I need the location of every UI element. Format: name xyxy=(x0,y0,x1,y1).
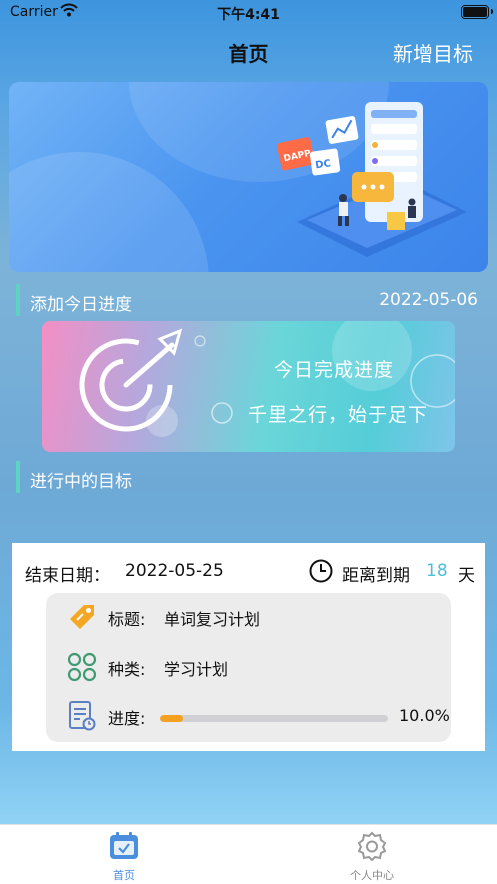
tab-home-label: 首页 xyxy=(113,869,135,882)
remaining-days: 18 xyxy=(426,561,448,581)
status-time: 下午4:41 xyxy=(217,7,280,23)
category-grid-icon xyxy=(66,651,98,687)
goal-title-row: 标题: 单词复习计划 xyxy=(66,601,446,633)
kind-value: 学习计划 xyxy=(164,660,229,679)
banner-illustration: DAPP DC xyxy=(276,102,467,257)
progress-percent: 10.0% xyxy=(399,706,450,725)
tab-profile[interactable]: 个人中心 xyxy=(312,831,432,883)
kind-label: 种类: xyxy=(108,660,146,679)
target-icon xyxy=(79,321,455,437)
home-calendar-icon xyxy=(108,832,140,865)
today-card-title: 今日完成进度 xyxy=(274,359,395,381)
progress-bar-fill xyxy=(160,715,183,722)
goal-details: 标题: 单词复习计划 种类: 学习计划 进度: 10.0% xyxy=(46,593,451,742)
goals-section-header: 进行中的目标 xyxy=(16,461,316,493)
tab-home[interactable]: 首页 xyxy=(64,831,184,883)
add-goal-button[interactable]: 新增目标 xyxy=(393,38,473,67)
end-date-value: 2022-05-25 xyxy=(125,561,224,581)
gear-icon xyxy=(356,831,388,865)
goal-card[interactable]: 结束日期： 2022-05-25 距离到期 18 天 标题: 单词复习计划 种类… xyxy=(12,543,485,751)
progress-label: 进度: xyxy=(108,709,146,728)
clock-icon xyxy=(308,558,334,588)
today-section-header: 添加今日进度 xyxy=(16,284,316,316)
goals-section-label: 进行中的目标 xyxy=(30,472,132,492)
tab-profile-label: 个人中心 xyxy=(350,869,394,882)
navigation-bar: 首页 新增目标 xyxy=(0,26,497,76)
remaining-unit: 天 xyxy=(458,566,475,586)
goal-progress-row: 进度: 10.0% xyxy=(66,700,450,732)
today-section-label: 添加今日进度 xyxy=(30,295,132,315)
goal-kind-row: 种类: 学习计划 xyxy=(66,651,446,683)
home-banner[interactable]: DAPP DC xyxy=(9,82,488,272)
title-label: 标题: xyxy=(108,610,146,629)
today-date: 2022-05-06 xyxy=(379,290,478,310)
today-progress-card[interactable]: 今日完成进度 千里之行，始于足下 xyxy=(42,321,455,452)
tab-bar: 首页 个人中心 xyxy=(0,824,497,884)
document-clock-icon xyxy=(66,700,98,736)
battery-icon xyxy=(461,5,493,19)
today-card-motto: 千里之行，始于足下 xyxy=(248,404,429,426)
progress-bar xyxy=(160,715,388,722)
status-bar: Carrier 下午4:41 xyxy=(0,0,497,26)
end-date-label: 结束日期： xyxy=(25,566,110,586)
title-value: 单词复习计划 xyxy=(164,610,261,629)
dc-tag: DC xyxy=(315,158,332,171)
price-tag-icon xyxy=(66,601,98,637)
remaining-label: 距离到期 xyxy=(342,566,410,586)
